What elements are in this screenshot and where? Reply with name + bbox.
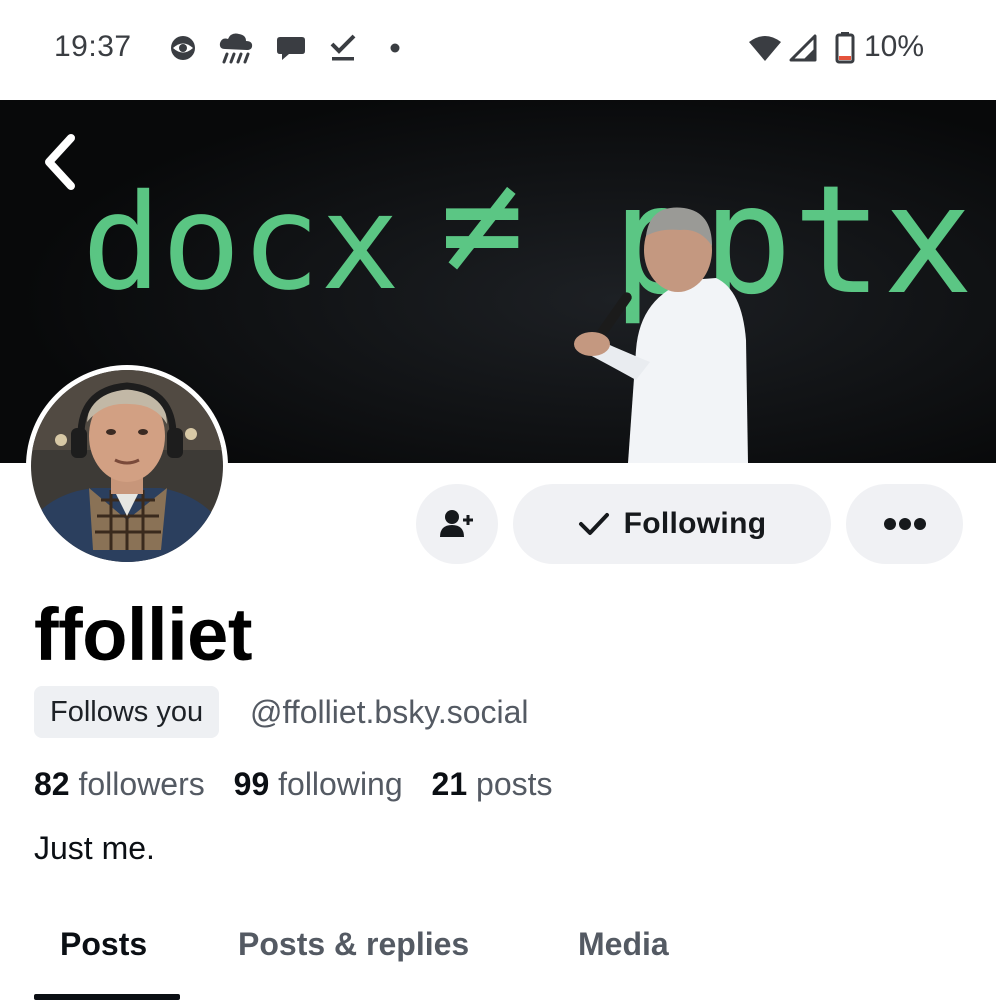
checkmark-icon bbox=[578, 513, 609, 535]
follows-you-badge: Follows you bbox=[34, 686, 220, 738]
status-time: 19:37 bbox=[54, 30, 132, 63]
wifi-icon bbox=[748, 30, 782, 66]
chevron-left-icon bbox=[45, 134, 75, 190]
tab-posts[interactable]: Posts bbox=[60, 922, 147, 966]
avatar[interactable] bbox=[26, 365, 228, 567]
following-button[interactable]: Following bbox=[513, 484, 831, 564]
more-horizontal-icon bbox=[883, 518, 926, 530]
following-stat-label: following bbox=[278, 766, 403, 802]
dot-icon bbox=[388, 30, 402, 66]
person-add-icon bbox=[440, 510, 473, 537]
tab-posts-and-replies[interactable]: Posts & replies bbox=[238, 922, 469, 966]
chat-bubble-icon bbox=[274, 30, 308, 66]
banner-text-symbol: ≠ bbox=[440, 143, 524, 306]
display-name: ffolliet bbox=[34, 593, 252, 676]
following-count: 99 bbox=[233, 766, 270, 802]
rain-cloud-icon bbox=[216, 30, 256, 66]
followers-count: 82 bbox=[34, 766, 70, 802]
cell-signal-icon bbox=[788, 30, 818, 66]
add-user-button[interactable] bbox=[416, 484, 498, 564]
tab-media[interactable]: Media bbox=[578, 922, 669, 966]
active-tab-indicator bbox=[34, 994, 180, 1000]
following-stat[interactable]: 99 following bbox=[234, 762, 403, 806]
posts-label: posts bbox=[476, 766, 553, 802]
followers-stat[interactable]: 82 followers bbox=[34, 762, 205, 806]
posts-count: 21 bbox=[431, 766, 468, 802]
more-options-button[interactable] bbox=[846, 484, 963, 564]
status-bar: 19:37 10% bbox=[0, 0, 996, 100]
profile-stats: 82 followers 99 following 21 posts bbox=[34, 762, 573, 806]
posts-stat: 21 posts bbox=[432, 762, 553, 806]
back-button[interactable] bbox=[26, 122, 96, 202]
download-done-icon bbox=[328, 30, 358, 66]
banner-text-docx: docx bbox=[82, 166, 400, 320]
battery-percentage: 10% bbox=[864, 30, 925, 63]
followers-label: followers bbox=[78, 766, 205, 802]
following-label: Following bbox=[623, 507, 767, 540]
profile-handle: @ffolliet.bsky.social bbox=[250, 694, 529, 730]
profile-bio: Just me. bbox=[34, 830, 155, 866]
battery-icon bbox=[834, 30, 856, 66]
vpn-eye-icon bbox=[168, 30, 198, 66]
